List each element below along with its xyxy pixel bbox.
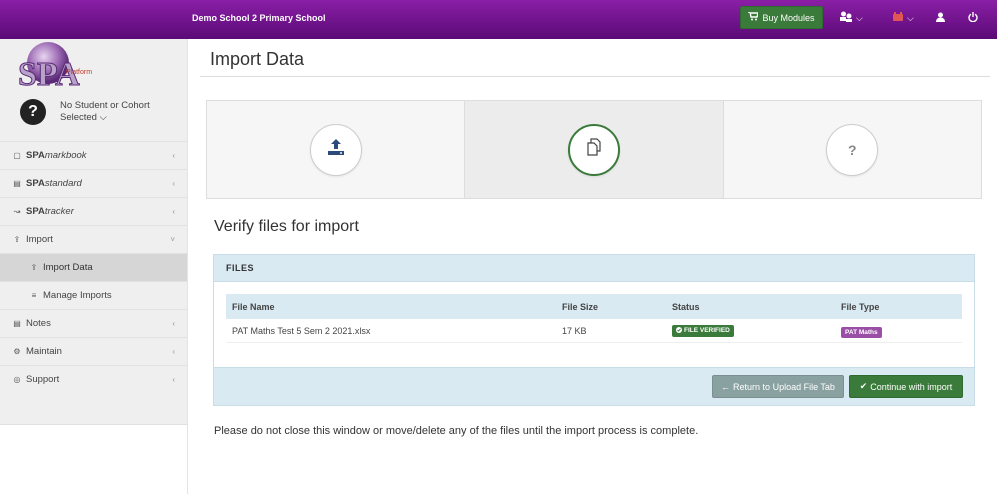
column-header: Status bbox=[672, 301, 700, 312]
return-button-label: Return to Upload File Tab bbox=[733, 381, 835, 392]
sidebar-item-prefix: SPA bbox=[26, 150, 45, 161]
step-verify[interactable] bbox=[465, 101, 724, 198]
check-icon: ✔ bbox=[859, 381, 868, 391]
column-header: File Name bbox=[232, 301, 275, 312]
column-header: File Type bbox=[841, 301, 880, 312]
bar-chart-icon: ▤ bbox=[13, 179, 21, 188]
group-icon bbox=[840, 11, 853, 25]
file-name: PAT Maths Test 5 Sem 2 2021.xlsx bbox=[232, 325, 371, 336]
chevron-left-icon: ‹ bbox=[172, 179, 175, 188]
sidebar-item-notes[interactable]: ▤ Notes ‹ bbox=[0, 309, 187, 337]
file-icon: ▤ bbox=[13, 319, 21, 328]
line-chart-icon: ↝ bbox=[13, 207, 21, 216]
sidebar-item-label: Support bbox=[26, 374, 60, 385]
chevron-left-icon: ‹ bbox=[172, 151, 175, 160]
sidebar-item-manage-imports[interactable]: ≡ Manage Imports bbox=[0, 281, 187, 309]
group-menu[interactable]: ⌵ bbox=[840, 10, 863, 26]
sidebar-item-suffix: tracker bbox=[44, 206, 74, 217]
top-bar: Demo School 2 Primary School Buy Modules… bbox=[0, 0, 997, 39]
import-steps: ? bbox=[206, 100, 982, 199]
chevron-left-icon: ‹ bbox=[172, 207, 175, 216]
upload-icon: ⇪ bbox=[30, 263, 38, 272]
section-title: Verify files for import bbox=[214, 218, 359, 235]
sidebar-item-prefix: SPA bbox=[26, 206, 45, 217]
question-icon: ? bbox=[20, 99, 46, 125]
user-icon bbox=[936, 12, 945, 25]
notification-icon bbox=[892, 11, 904, 25]
chevron-down-icon: ⌵ bbox=[907, 12, 914, 23]
chevron-down-icon: ⌵ bbox=[99, 112, 107, 123]
chevron-left-icon: ‹ bbox=[172, 319, 175, 328]
chevron-down-icon: ⌵ bbox=[856, 12, 863, 23]
lifebuoy-icon: ◎ bbox=[13, 375, 21, 384]
sidebar-item-label: Notes bbox=[26, 318, 51, 329]
sidebar-item-import-data[interactable]: ⇪ Import Data bbox=[0, 253, 187, 281]
continue-button[interactable]: ✔ Continue with import bbox=[849, 375, 963, 398]
chevron-down-icon: ˅ bbox=[170, 235, 175, 244]
sidebar-item-label: Maintain bbox=[26, 346, 62, 357]
cart-icon bbox=[748, 11, 760, 23]
status-badge: FILE VERIFIED bbox=[672, 324, 734, 337]
sidebar-item-label: Import bbox=[26, 234, 53, 245]
user-menu[interactable] bbox=[936, 10, 945, 26]
sidebar-item-import[interactable]: ⇪ Import ˅ bbox=[0, 225, 187, 253]
sidebar-panel: SPA Platform ? No Student or Cohort Sele… bbox=[0, 39, 187, 425]
buy-modules-button[interactable]: Buy Modules bbox=[740, 6, 823, 29]
student-selector[interactable]: ? No Student or Cohort Selected ⌵ bbox=[20, 99, 160, 125]
check-circle-icon bbox=[676, 326, 682, 335]
sidebar-item-maintain[interactable]: ⚙ Maintain ‹ bbox=[0, 337, 187, 365]
upload-icon bbox=[326, 137, 346, 162]
sidebar-item-suffix: standard bbox=[44, 178, 82, 189]
student-selector-line2: Selected bbox=[60, 112, 97, 123]
main-content: Import Data ? Verify files for import FI… bbox=[200, 39, 997, 494]
school-name: Demo School 2 Primary School bbox=[192, 13, 326, 23]
return-button[interactable]: ← Return to Upload File Tab bbox=[712, 375, 844, 398]
table-row: PAT Maths Test 5 Sem 2 2021.xlsx 17 KB F… bbox=[226, 319, 962, 343]
continue-button-label: Continue with import bbox=[870, 381, 953, 392]
arrow-left-icon: ← bbox=[721, 381, 731, 392]
book-icon: ▢ bbox=[13, 151, 21, 160]
notifications-menu[interactable]: ⌵ bbox=[892, 10, 914, 26]
status-text: FILE VERIFIED bbox=[684, 327, 730, 334]
sidebar-item-prefix: SPA bbox=[26, 178, 45, 189]
chevron-left-icon: ‹ bbox=[172, 375, 175, 384]
upload-icon: ⇪ bbox=[13, 235, 21, 244]
power-icon bbox=[968, 11, 978, 25]
file-size: 17 KB bbox=[562, 325, 587, 336]
step-upload[interactable] bbox=[207, 101, 466, 198]
files-table: File Name File Size Status File Type PAT… bbox=[226, 294, 962, 343]
table-header: File Name File Size Status File Type bbox=[226, 294, 962, 319]
sidebar-item-markbook[interactable]: ▢ SPA markbook ‹ bbox=[0, 141, 187, 169]
title-divider bbox=[200, 76, 990, 77]
warning-note: Please do not close this window or move/… bbox=[214, 425, 699, 437]
sidebar-item-tracker[interactable]: ↝ SPA tracker ‹ bbox=[0, 197, 187, 225]
logo-subtext: Platform bbox=[66, 69, 92, 76]
cogs-icon: ⚙ bbox=[13, 347, 21, 356]
sidebar: SPA Platform ? No Student or Cohort Sele… bbox=[0, 39, 188, 494]
page-title: Import Data bbox=[210, 49, 305, 69]
question-icon: ? bbox=[848, 141, 857, 158]
panel-footer: ← Return to Upload File Tab ✔ Continue w… bbox=[214, 367, 974, 405]
chevron-left-icon: ‹ bbox=[172, 347, 175, 356]
sidebar-item-label: Import Data bbox=[43, 262, 93, 273]
logout-button[interactable] bbox=[968, 10, 978, 26]
list-icon: ≡ bbox=[31, 291, 37, 300]
sidebar-nav: ▢ SPA markbook ‹ ▤ SPA standard ‹ ↝ SPA tra… bbox=[0, 141, 187, 393]
file-type-badge: PAT Maths bbox=[841, 326, 882, 338]
student-selector-line1: No Student or Cohort bbox=[60, 100, 150, 111]
sidebar-item-label: Manage Imports bbox=[43, 290, 112, 301]
sidebar-item-standard[interactable]: ▤ SPA standard ‹ bbox=[0, 169, 187, 197]
buy-modules-label: Buy Modules bbox=[762, 12, 815, 23]
copy-files-icon bbox=[584, 137, 604, 162]
column-header: File Size bbox=[562, 301, 599, 312]
sidebar-item-support[interactable]: ◎ Support ‹ bbox=[0, 365, 187, 393]
panel-title: FILES bbox=[214, 255, 974, 282]
files-panel: FILES File Name File Size Status File Ty… bbox=[213, 254, 975, 406]
step-confirm[interactable]: ? bbox=[723, 101, 981, 198]
sidebar-item-suffix: markbook bbox=[44, 150, 87, 161]
